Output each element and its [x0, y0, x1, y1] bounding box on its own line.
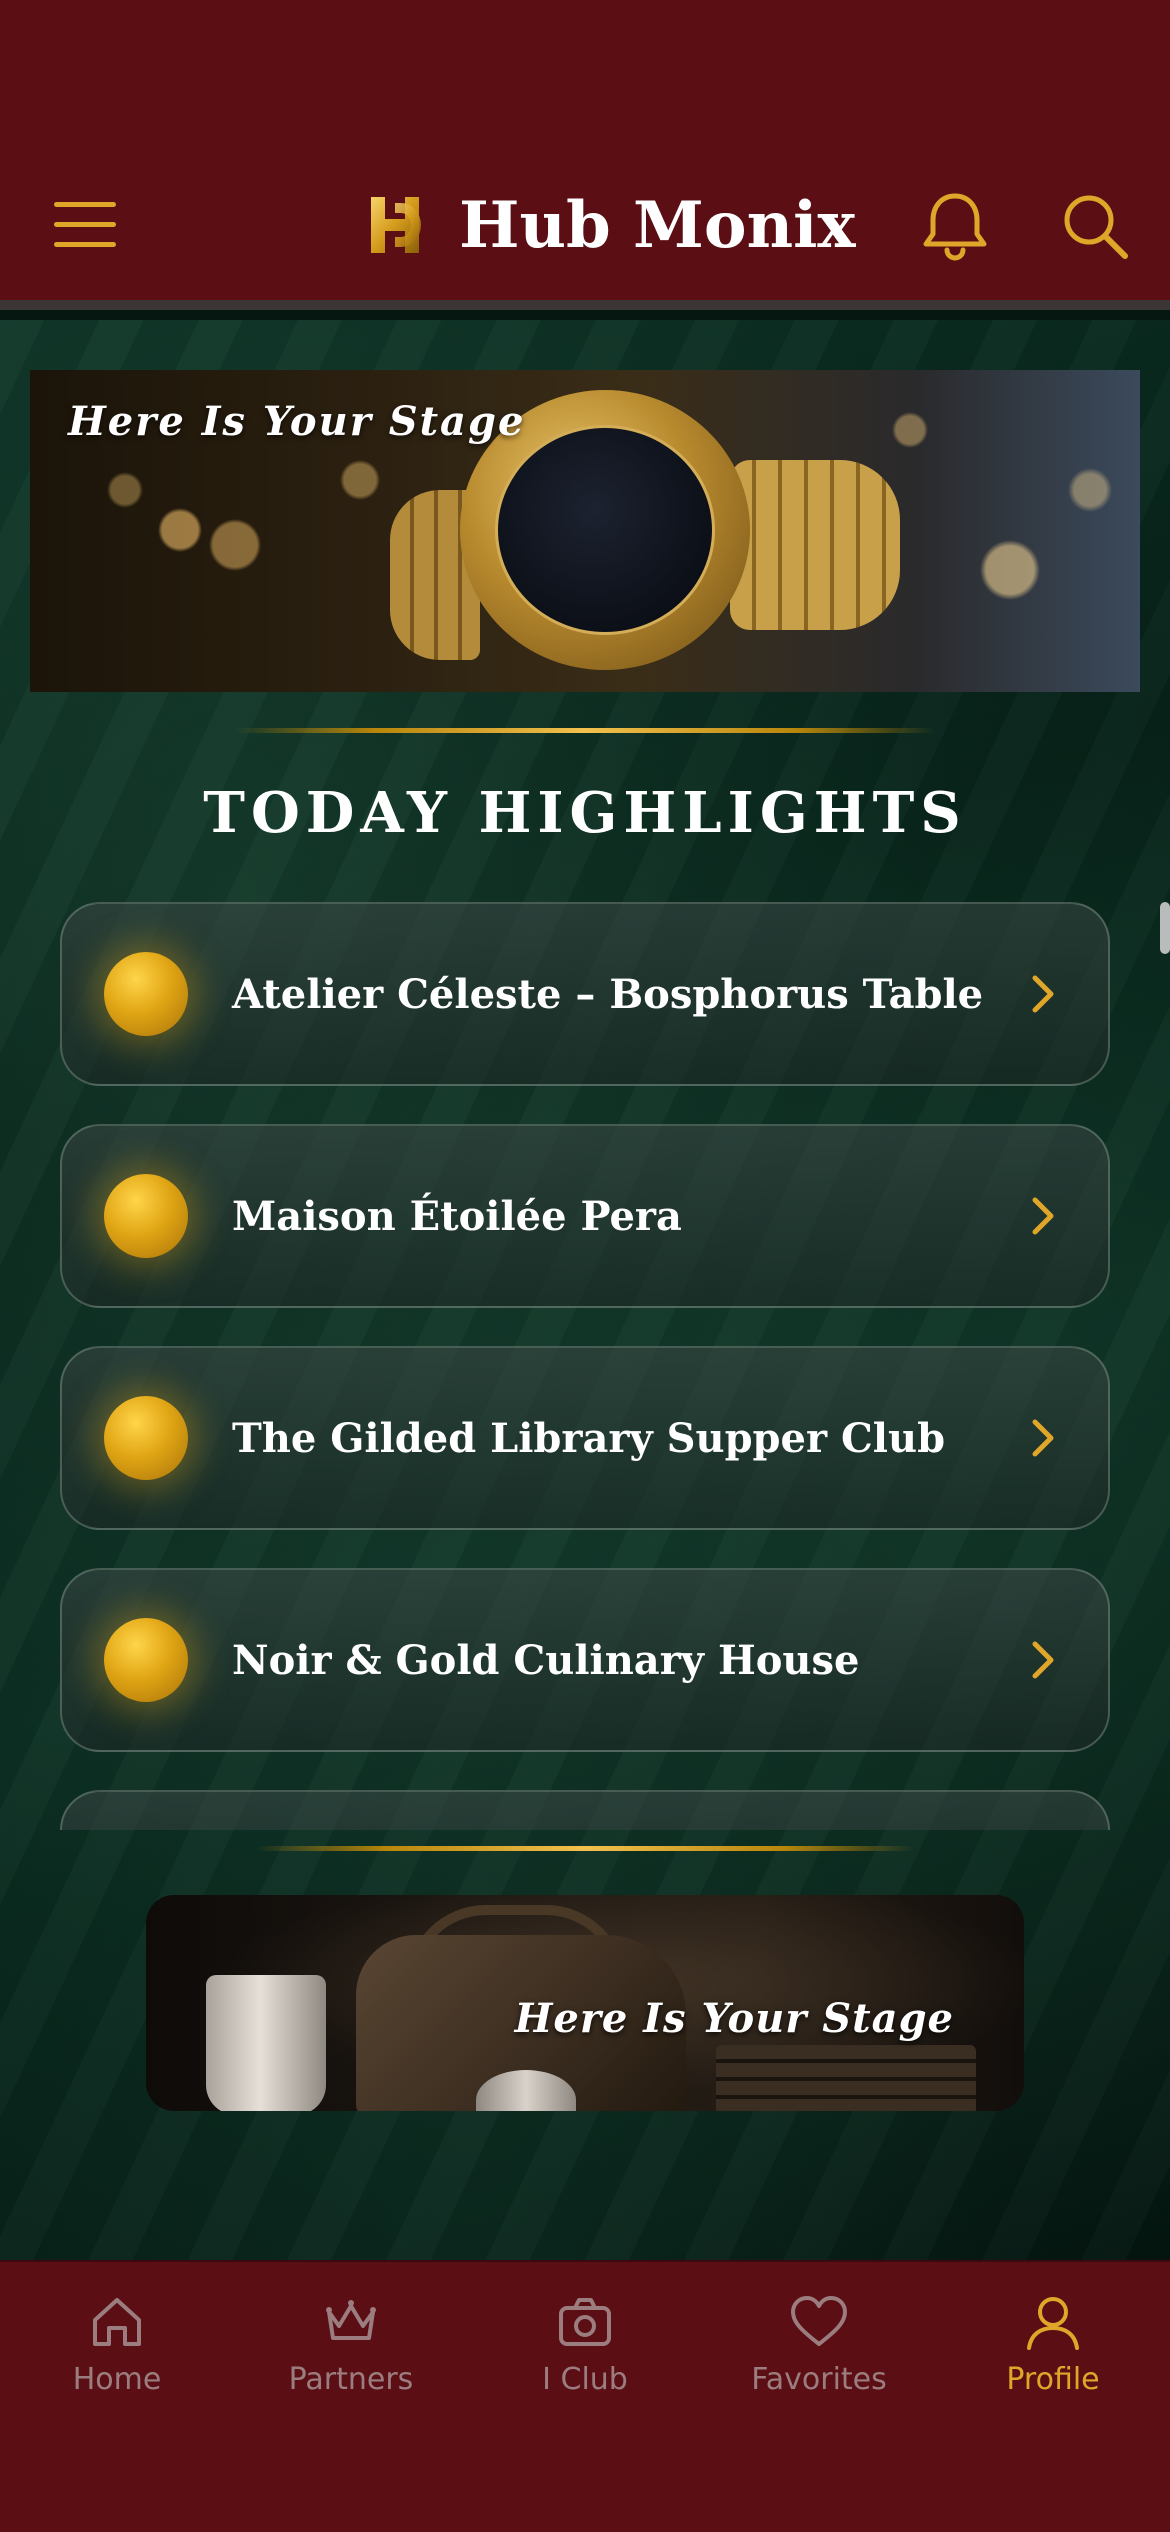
top-banner-caption: Here Is Your Stage [68, 398, 526, 445]
search-icon [1064, 195, 1128, 259]
gold-orb-icon [104, 1618, 188, 1702]
chevron-right-icon [1032, 1197, 1054, 1235]
highlight-card[interactable]: Atelier Céleste – Bosphorus Table [60, 902, 1110, 1086]
brand[interactable]: Hub Monix [365, 180, 856, 270]
gold-orb-icon [104, 952, 188, 1036]
chevron-right-icon [1032, 1419, 1054, 1457]
profile-icon [1027, 2297, 1079, 2350]
heart-icon [791, 2296, 847, 2346]
tab-profile[interactable]: Profile [936, 2292, 1170, 2422]
search-button[interactable] [1055, 186, 1135, 266]
bottom-banner-caption: Here Is Your Stage [514, 1995, 954, 2042]
section-title: TODAY HIGHLIGHTS [203, 780, 967, 846]
app-header: Hub Monix [0, 0, 1170, 310]
menu-icon [54, 202, 116, 247]
gold-divider [235, 728, 935, 733]
tab-favorites[interactable]: Favorites [702, 2292, 936, 2422]
bottom-promo-banner[interactable]: Here Is Your Stage [146, 1895, 1024, 2111]
tab-label: I Club [542, 2362, 628, 2397]
tab-home[interactable]: Home [0, 2292, 234, 2422]
bottom-tab-bar: Home Partners I Club Favorites Profile [0, 2260, 1170, 2532]
top-promo-banner[interactable]: Here Is Your Stage [30, 370, 1140, 692]
notifications-button[interactable] [915, 186, 995, 266]
gold-divider [255, 1846, 915, 1851]
chevron-right-icon [1032, 975, 1054, 1013]
highlight-card[interactable]: Maison Étoilée Pera [60, 1124, 1110, 1308]
gold-orb-icon [104, 1396, 188, 1480]
crown-icon [326, 2300, 376, 2340]
highlight-label: The Gilded Library Supper Club [232, 1414, 946, 1462]
logo-icon [365, 189, 437, 261]
menu-button[interactable] [40, 180, 130, 270]
gold-orb-icon [104, 1174, 188, 1258]
bell-icon [923, 193, 987, 261]
app-title: Hub Monix [459, 187, 856, 263]
highlight-card[interactable]: The Gilded Library Supper Club [60, 1346, 1110, 1530]
highlight-label: Maison Étoilée Pera [232, 1192, 682, 1240]
chevron-right-icon [1032, 1641, 1054, 1679]
highlights-list: Atelier Céleste – Bosphorus Table Maison… [0, 890, 1170, 1830]
highlight-card[interactable]: Noir & Gold Culinary House [60, 1568, 1110, 1752]
tab-label: Home [72, 2362, 162, 2397]
tab-label: Profile [1006, 2362, 1100, 2397]
tab-label: Favorites [751, 2362, 887, 2397]
highlight-label: Atelier Céleste – Bosphorus Table [232, 970, 984, 1018]
home-icon [93, 2298, 141, 2346]
highlight-card[interactable] [60, 1790, 1110, 1830]
tab-partners[interactable]: Partners [234, 2292, 468, 2422]
cup-image [206, 1975, 326, 2111]
highlight-label: Noir & Gold Culinary House [232, 1636, 860, 1684]
camera-icon [559, 2298, 611, 2346]
tab-label: Partners [288, 2362, 414, 2397]
tab-i-club[interactable]: I Club [468, 2292, 702, 2422]
